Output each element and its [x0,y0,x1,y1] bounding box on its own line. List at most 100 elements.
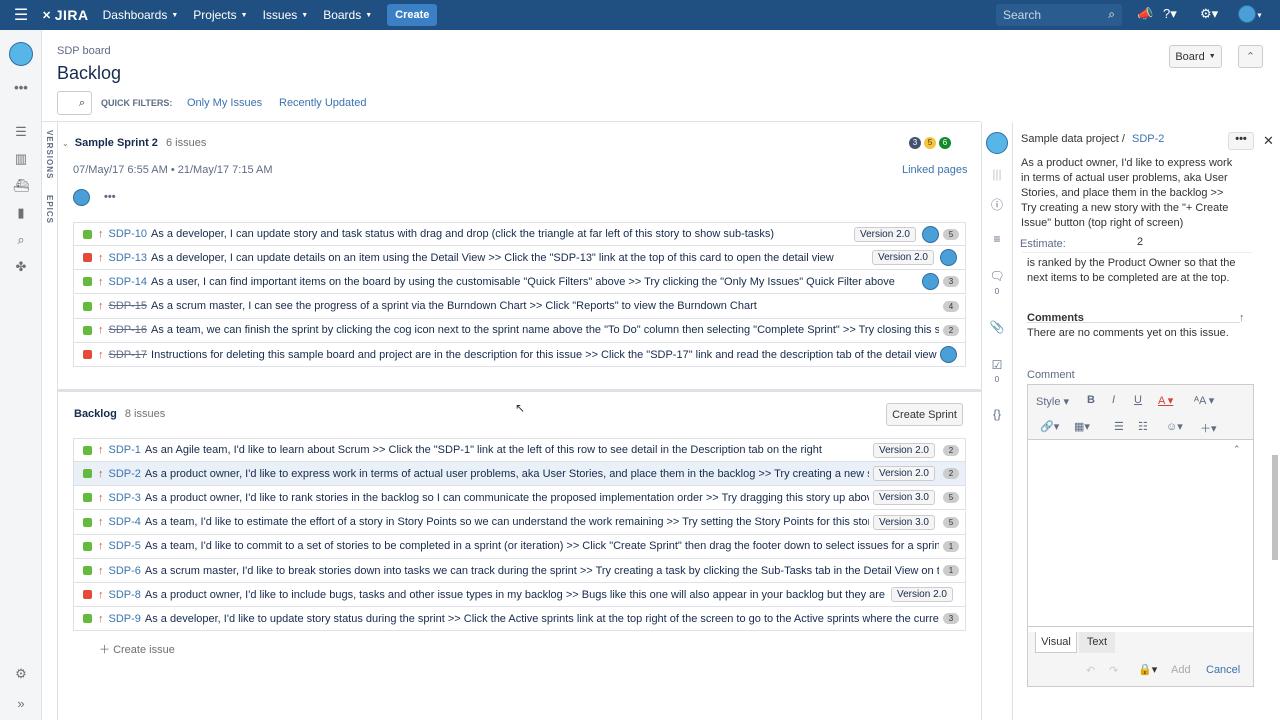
code-icon[interactable]: {} [982,407,1012,421]
user-avatar[interactable]: ▼ [1238,5,1263,23]
cancel-comment-button[interactable]: Cancel [1206,664,1240,676]
issue-row[interactable]: ↑ SDP-9 As a developer, I'd like to update… [73,607,966,632]
gear-icon[interactable]: ⚙▾ [1200,6,1218,22]
numbered-list-icon[interactable]: ☷ [1138,420,1148,433]
close-icon[interactable]: ✕ [1263,133,1274,149]
description-icon[interactable]: ≡ [982,232,1012,246]
components-icon[interactable]: ✤ [0,259,42,275]
scrollbar-thumb[interactable] [1272,455,1278,560]
issue-key-link[interactable]: SDP-2 [1132,133,1164,145]
assignee-avatar[interactable] [940,346,957,363]
sprint-assignee-avatar[interactable] [73,189,90,209]
estimate-value[interactable]: 2 [1137,236,1143,248]
issue-key-link[interactable]: SDP-6 [109,565,141,577]
subtasks-icon[interactable]: ☑ [982,358,1012,372]
details-icon[interactable]: ⓘ [982,196,1012,213]
issue-key-link[interactable]: SDP-10 [109,228,148,240]
filter-recently-updated[interactable]: Recently Updated [279,97,366,109]
issue-key-link[interactable]: SDP-15 [109,300,148,312]
board-icon[interactable]: ▥ [0,151,42,167]
breadcrumb[interactable]: SDP board [57,45,111,57]
issue-row[interactable]: ↑ SDP-14 As a user, I can find important i… [73,270,966,295]
project-avatar[interactable] [0,42,42,69]
text-color-icon[interactable]: A ▾ [1158,394,1173,407]
jira-logo[interactable]: ✕ JIRA [42,7,89,23]
issue-key-link[interactable]: SDP-5 [109,540,141,552]
backlog-icon[interactable]: ☰ [0,124,42,140]
comments-icon[interactable]: 🗨 [982,269,1012,283]
issue-actions-button[interactable]: ••• [1228,132,1254,150]
link-icon[interactable]: 🔗▾ [1040,420,1059,433]
issue-key-link[interactable]: SDP-13 [109,252,148,264]
lock-icon[interactable]: 🔒▾ [1138,663,1157,676]
issue-row[interactable]: ↑ SDP-3 As a product owner, I'd like to ra… [73,486,966,511]
issue-row[interactable]: ↑ SDP-13 As a developer, I can update deta… [73,246,966,271]
nav-issues[interactable]: Issues ▼ [263,8,309,22]
issues-search-icon[interactable]: ⌕ [0,232,42,248]
issue-row[interactable]: ↑ SDP-15 As a scrum master, I can see the … [73,294,966,319]
redo-icon[interactable]: ↷ [1109,664,1118,677]
sprint-actions-icon[interactable]: ••• [104,191,116,203]
issue-row[interactable]: ↑ SDP-17 Instructions for deleting this sa… [73,343,966,367]
more-icon[interactable]: ••• [0,80,42,95]
issue-key-link[interactable]: SDP-8 [109,589,141,601]
collapse-toolbar-icon[interactable]: ⌃ [1233,444,1241,455]
add-comment-button[interactable]: Add [1171,664,1191,676]
insert-more-icon[interactable]: ＋▾ [1200,420,1217,436]
issue-key-link[interactable]: SDP-17 [109,349,148,361]
tab-visual[interactable]: Visual [1035,632,1077,653]
drag-handle-icon[interactable]: ||| [982,167,1012,181]
versions-tab[interactable]: VERSIONS [45,130,54,179]
issue-key-link[interactable]: SDP-16 [109,324,148,336]
tab-text[interactable]: Text [1079,632,1115,653]
issue-key-link[interactable]: SDP-14 [109,276,148,288]
filter-only-my-issues[interactable]: Only My Issues [187,97,262,109]
issue-key-link[interactable]: SDP-4 [109,516,141,528]
attachment-icon[interactable]: 📎 [982,320,1012,334]
issue-row[interactable]: ↑ SDP-16 As a team, we can finish the spri… [73,318,966,343]
issue-row[interactable]: ↑ SDP-2 As a product owner, I'd like to ex… [73,462,966,487]
issue-row[interactable]: ↑ SDP-4 As a team, I'd like to estimate th… [73,510,966,535]
search-input[interactable]: Search ⌕ [996,4,1122,26]
text-format-icon[interactable]: ᴬA ▾ [1194,394,1214,407]
panel-scrollbar[interactable] [1270,265,1279,565]
issue-row[interactable]: ↑ SDP-10 As a developer, I can update stor… [73,222,966,246]
issue-description[interactable]: is ranked by the Product Owner so that t… [1027,256,1242,288]
nav-dashboards[interactable]: Dashboards ▼ [103,8,179,22]
assignee-avatar[interactable] [922,273,939,291]
undo-icon[interactable]: ↶ [1086,664,1095,677]
issue-key-link[interactable]: SDP-9 [109,613,141,625]
create-issue-link[interactable]: ＋ Create issue [99,641,175,657]
create-button[interactable]: Create [387,4,438,26]
nav-boards[interactable]: Boards ▼ [323,8,372,22]
collapse-header-button[interactable]: ⌃ [1238,45,1263,68]
underline-icon[interactable]: U [1134,394,1142,406]
issue-summary[interactable]: As a product owner, I'd like to express … [1021,156,1236,231]
sprint-divider[interactable] [58,389,981,392]
style-dropdown[interactable]: Style ▾ [1036,395,1069,408]
bold-icon[interactable]: B [1087,394,1095,406]
issue-row[interactable]: ↑ SDP-1 As an Agile team, I'd like to lear… [73,438,966,462]
reports-icon[interactable]: ▮ [0,205,42,221]
epics-tab[interactable]: EPICS [45,195,54,224]
nav-projects[interactable]: Projects ▼ [193,8,247,22]
backlog-search-input[interactable]: ⌕ [57,91,92,115]
create-sprint-button[interactable]: Create Sprint [886,403,963,426]
assignee-avatar[interactable] [940,249,957,267]
issue-row[interactable]: ↑ SDP-8 As a product owner, I'd like to in… [73,583,966,608]
project-name[interactable]: Sample data project / [1021,133,1125,145]
issue-key-link[interactable]: SDP-3 [109,492,141,504]
sprint-header[interactable]: ⌄ Sample Sprint 2 6 issues [62,137,206,149]
emoticon-icon[interactable]: ☺▾ [1166,420,1183,433]
sort-arrow-icon[interactable]: ↑ [1239,312,1245,324]
insert-table-icon[interactable]: ▦▾ [1074,420,1090,433]
board-dropdown-button[interactable]: Board ▼ [1169,45,1222,68]
releases-icon[interactable]: ⛴ [0,178,42,194]
linked-pages-link[interactable]: Linked pages [902,164,967,176]
app-switcher-icon[interactable]: ☰ [0,5,42,25]
settings-icon[interactable]: ⚙ [0,666,42,682]
assignee-avatar[interactable] [922,225,939,243]
expand-sidebar-icon[interactable]: » [0,696,42,711]
issue-row[interactable]: ↑ SDP-6 As a scrum master, I'd like to bre… [73,559,966,583]
bullet-list-icon[interactable]: ☰ [1114,420,1124,433]
